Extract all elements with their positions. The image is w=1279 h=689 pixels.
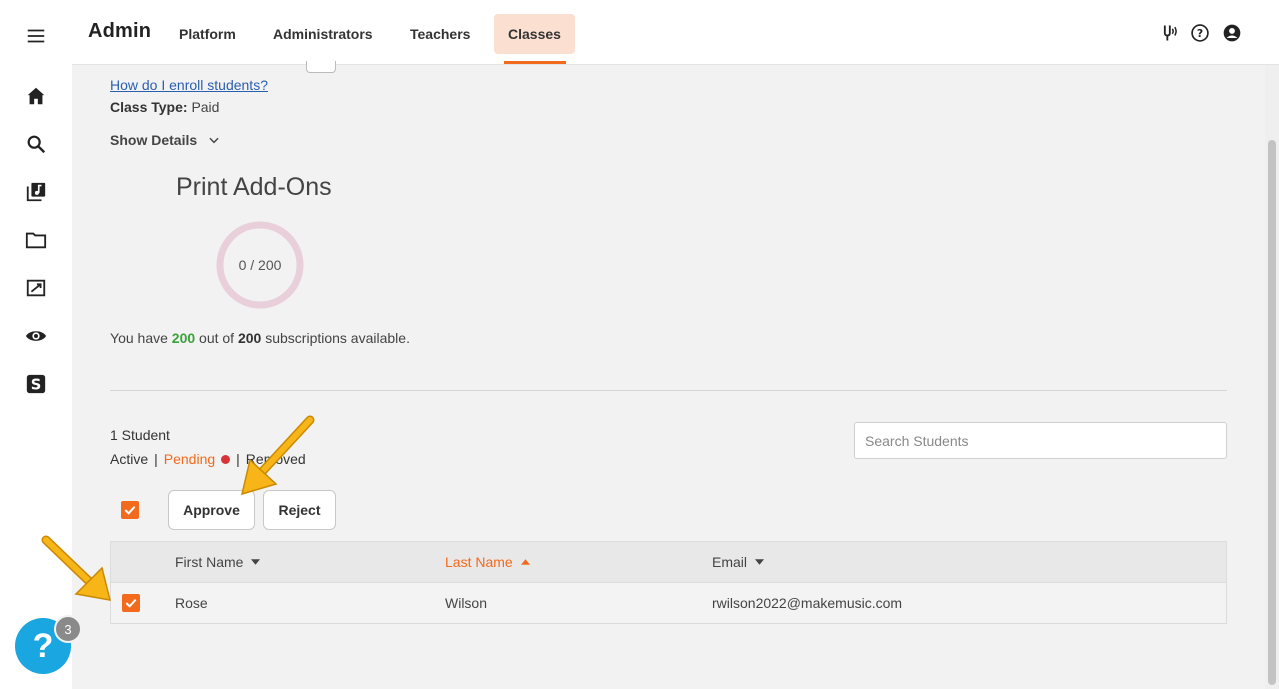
class-type-value: Paid	[191, 99, 220, 115]
cell-last-name: Wilson	[445, 595, 488, 611]
column-first-name[interactable]: First Name	[175, 554, 261, 570]
svg-text:S: S	[31, 377, 42, 394]
table-header: First Name Last Name Email	[111, 542, 1226, 583]
svg-text:?: ?	[1197, 27, 1203, 40]
section-divider	[110, 390, 1227, 391]
tab-platform[interactable]: Platform	[165, 14, 250, 54]
search-icon[interactable]	[24, 132, 48, 156]
class-type: Class Type: Paid	[110, 99, 219, 115]
row-checkbox[interactable]	[122, 594, 140, 612]
music-library-icon[interactable]	[24, 180, 48, 204]
scrollbar-thumb[interactable]	[1268, 140, 1276, 685]
sort-up-icon	[520, 559, 530, 565]
tuning-fork-icon[interactable]	[1158, 22, 1180, 44]
subs-available: 200	[171, 330, 196, 346]
filter-pending[interactable]: Pending	[164, 451, 215, 467]
help-question-icon: ?	[32, 626, 54, 665]
help-circle-icon[interactable]: ?	[1189, 22, 1211, 44]
subs-suffix: subscriptions available.	[265, 330, 410, 346]
column-label: Last Name	[445, 554, 513, 570]
help-notification-badge: 3	[54, 615, 82, 643]
column-last-name[interactable]: Last Name	[445, 554, 530, 570]
print-addons-title: Print Add-Ons	[176, 173, 332, 201]
show-details-label: Show Details	[110, 132, 198, 148]
top-bar: Admin Platform Administrators Teachers C…	[72, 0, 1279, 65]
cell-first-name: Rose	[175, 595, 208, 611]
students-table: First Name Last Name Email Rose Wilson r…	[110, 541, 1227, 624]
home-icon[interactable]	[24, 84, 48, 108]
menu-icon[interactable]	[24, 24, 48, 48]
brand-title: Admin	[88, 20, 152, 42]
assignment-icon[interactable]	[24, 276, 48, 300]
table-row[interactable]: Rose Wilson rwilson2022@makemusic.com	[111, 583, 1226, 623]
tab-teachers[interactable]: Teachers	[396, 14, 484, 54]
cell-email: rwilson2022@makemusic.com	[712, 595, 903, 611]
class-type-label: Class Type:	[110, 99, 188, 115]
subs-middle: out of	[199, 330, 235, 346]
checkmark-icon	[125, 598, 137, 608]
column-email[interactable]: Email	[712, 554, 765, 570]
subscriptions-summary: You have 200 out of 200 subscriptions av…	[110, 327, 410, 349]
sort-down-icon	[755, 559, 765, 565]
select-all-checkbox[interactable]	[121, 501, 139, 519]
active-tab-indicator	[504, 61, 566, 64]
subs-total: 200	[237, 330, 262, 346]
column-label: Email	[712, 554, 748, 570]
column-label: First Name	[175, 554, 244, 570]
search-students-input[interactable]	[854, 422, 1227, 459]
enroll-help-link[interactable]: How do I enroll students?	[110, 77, 268, 93]
eye-icon[interactable]	[24, 324, 48, 348]
main-content: How do I enroll students? Class Type: Pa…	[72, 61, 1265, 689]
tab-classes[interactable]: Classes	[494, 14, 575, 54]
subs-prefix: You have	[110, 330, 168, 346]
account-icon[interactable]	[1221, 22, 1243, 44]
pending-indicator-dot	[221, 454, 231, 464]
print-addons-count: 0 / 200	[238, 257, 282, 273]
checkmark-icon	[124, 505, 136, 515]
student-count: 1 Student	[110, 427, 170, 443]
show-details-toggle[interactable]: Show Details	[110, 132, 221, 148]
folder-icon[interactable]	[24, 228, 48, 252]
annotation-arrow-icon	[240, 415, 315, 496]
chevron-down-icon	[209, 137, 219, 144]
s-logo-icon[interactable]: S	[24, 372, 48, 396]
partially-hidden-button[interactable]	[306, 61, 336, 73]
filter-active[interactable]: Active	[110, 451, 148, 467]
annotation-arrow-icon	[41, 535, 112, 601]
filter-separator: |	[154, 451, 158, 467]
sort-down-icon	[251, 559, 261, 565]
tab-administrators[interactable]: Administrators	[259, 14, 387, 54]
